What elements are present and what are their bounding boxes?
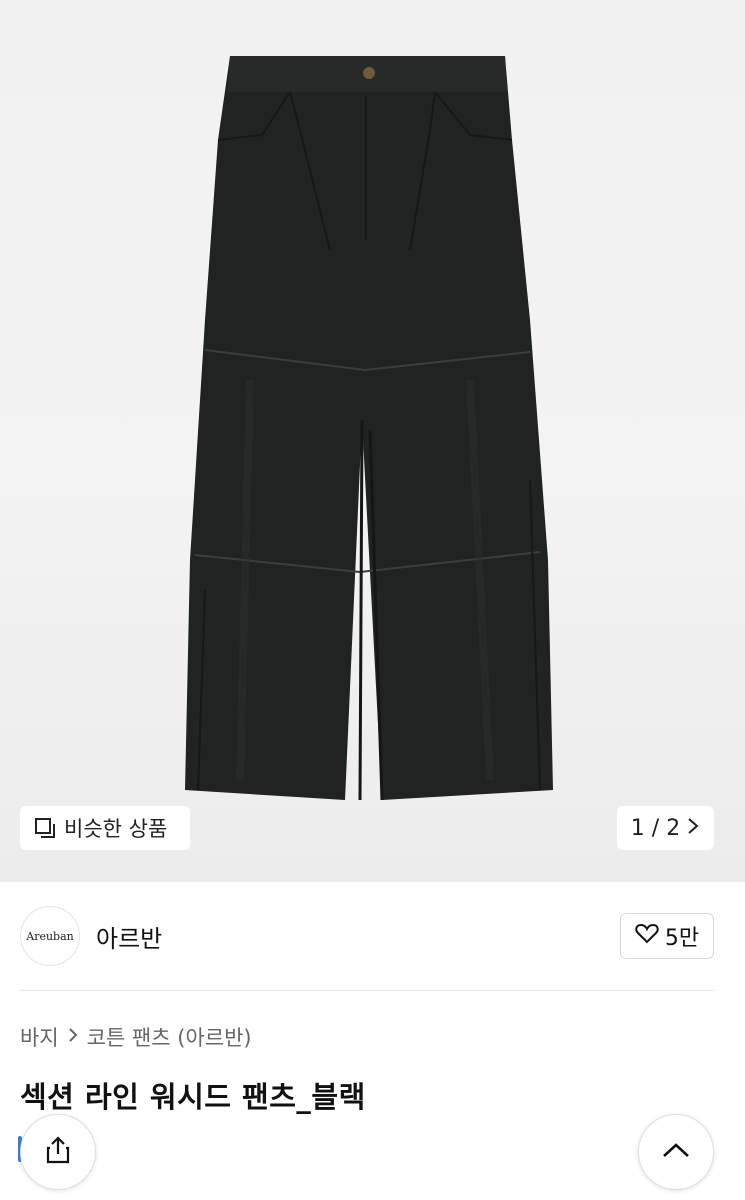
chevron-up-icon [661,1140,691,1164]
share-icon [42,1134,74,1170]
chevron-right-icon [67,1027,79,1048]
pants-image [185,56,553,801]
similar-items-label: 비슷한 상품 [64,817,168,841]
brand-name[interactable]: 아르반 [96,919,162,954]
breadcrumb-item-category[interactable]: 바지 [20,1022,59,1052]
image-pager[interactable]: 1 / 2 [617,806,714,850]
brand-row: Areuban 아르반 5만 [20,905,714,967]
heart-icon [635,922,659,950]
product-image-area[interactable]: 비슷한 상품 1 / 2 [0,0,745,882]
similar-items-button[interactable]: 비슷한 상품 [20,806,190,850]
breadcrumb-item-subcategory[interactable]: 코튼 팬츠 (아르반) [87,1022,252,1052]
chevron-right-icon [686,816,700,841]
divider [20,990,714,991]
share-button[interactable] [20,1114,96,1190]
like-count: 5만 [664,926,700,951]
brand-logo[interactable]: Areuban [20,906,80,966]
similar-items-icon [34,817,56,839]
breadcrumb: 바지 코튼 팬츠 (아르반) [20,1022,252,1052]
pager-text: 1 / 2 [630,815,681,841]
scroll-top-button[interactable] [638,1114,714,1190]
product-title: 섹션 라인 워시드 팬츠_블랙 [20,1080,366,1114]
like-button[interactable]: 5만 [620,913,714,959]
brand-logo-text: Areuban [26,929,74,943]
